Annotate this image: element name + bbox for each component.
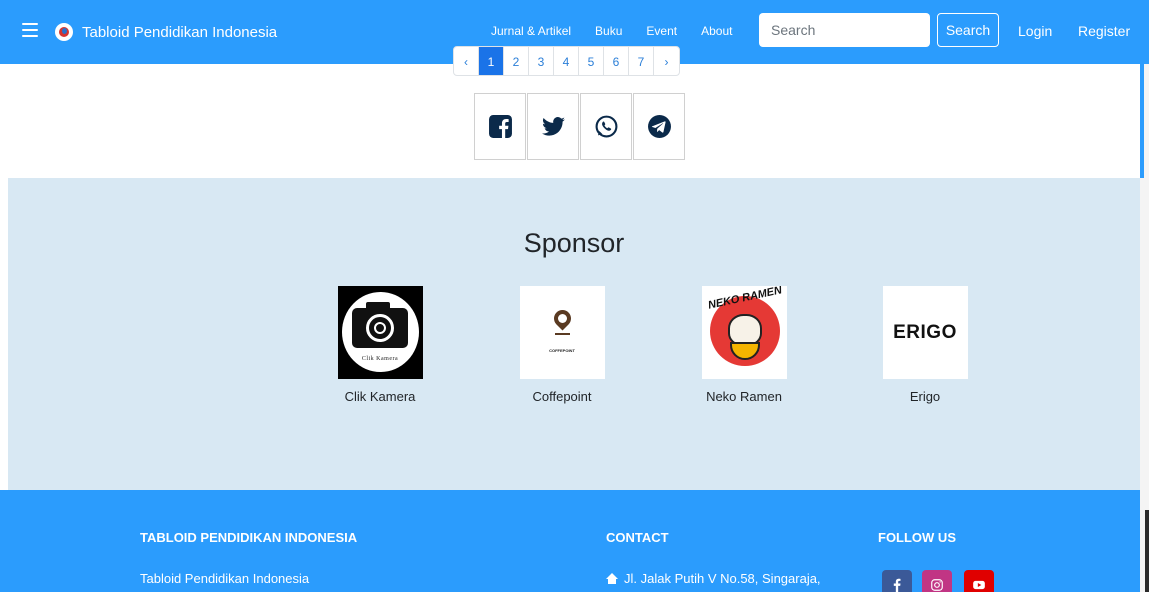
home-icon: [606, 573, 618, 584]
page-scrollbar-thumb[interactable]: [1145, 510, 1149, 592]
share-buttons: [474, 93, 686, 160]
sponsor-name: Clik Kamera: [344, 389, 416, 404]
menu-icon[interactable]: [22, 23, 38, 37]
coffepoint-logo: COFFEPOINT: [519, 286, 605, 379]
sponsor-item-clik-kamera[interactable]: Clik Kamera Clik Kamera: [305, 286, 455, 404]
register-link[interactable]: Register: [1078, 23, 1130, 39]
whatsapp-icon: [595, 115, 617, 138]
neko-ramen-logo: NEKO RAMEN: [701, 286, 787, 379]
share-facebook-button[interactable]: [474, 93, 526, 160]
pagination-prev[interactable]: ‹: [454, 47, 479, 75]
content-edge: [1140, 64, 1144, 178]
login-link[interactable]: Login: [1018, 23, 1052, 39]
contact-address-text: Jl. Jalak Putih V No.58, Singaraja,: [624, 571, 821, 586]
pagination-page-6[interactable]: 6: [604, 47, 629, 75]
footer-instagram-button[interactable]: [922, 570, 952, 592]
footer: TABLOID PENDIDIKAN INDONESIA Tabloid Pen…: [0, 490, 1149, 592]
sponsor-title: Sponsor: [523, 228, 625, 258]
telegram-icon: [647, 115, 671, 138]
sponsor-section: Sponsor Clik Kamera Clik Kamera COFFEPOI…: [8, 178, 1140, 490]
clik-kamera-logo-text: Clik Kamera: [361, 356, 399, 362]
search-button[interactable]: Search: [937, 13, 999, 47]
pagination-page-7[interactable]: 7: [629, 47, 654, 75]
footer-youtube-button[interactable]: [964, 570, 994, 592]
share-telegram-button[interactable]: [633, 93, 685, 160]
sponsor-item-coffepoint[interactable]: COFFEPOINT Coffepoint: [487, 286, 637, 404]
footer-about-heading: TABLOID PENDIDIKAN INDONESIA: [140, 530, 358, 545]
instagram-icon: [931, 579, 943, 591]
nav-link-event[interactable]: Event: [646, 24, 677, 38]
nav-link-jurnal-artikel[interactable]: Jurnal & Artikel: [491, 24, 571, 38]
pagination-page-2[interactable]: 2: [504, 47, 529, 75]
twitter-icon: [541, 117, 565, 136]
pagination-page-5[interactable]: 5: [579, 47, 604, 75]
pagination-page-1[interactable]: 1: [479, 47, 504, 75]
sponsor-name: Neko Ramen: [706, 389, 782, 404]
footer-follow-heading: FOLLOW US: [878, 530, 956, 545]
clik-kamera-logo: Clik Kamera: [337, 286, 423, 379]
sponsor-item-erigo[interactable]: ERIGO Erigo: [850, 286, 1000, 404]
brand-logo-icon: [55, 23, 73, 41]
brand[interactable]: Tabloid Pendidikan Indonesia: [55, 23, 277, 41]
erigo-logo-text: ERIGO: [893, 321, 957, 343]
search-input[interactable]: [759, 13, 930, 47]
footer-about-text: Tabloid Pendidikan Indonesia: [140, 571, 310, 586]
footer-contact-address: Jl. Jalak Putih V No.58, Singaraja,: [606, 571, 821, 586]
facebook-icon: [893, 578, 901, 592]
footer-contact-heading: CONTACT: [606, 530, 669, 545]
footer-facebook-button[interactable]: [882, 570, 912, 592]
share-twitter-button[interactable]: [527, 93, 579, 160]
pagination-next[interactable]: ›: [654, 47, 679, 75]
nav-links: Jurnal & Artikel Buku Event About: [491, 24, 756, 38]
youtube-icon: [973, 580, 985, 590]
sponsor-name: Erigo: [909, 389, 941, 404]
share-whatsapp-button[interactable]: [580, 93, 632, 160]
brand-name: Tabloid Pendidikan Indonesia: [82, 23, 278, 41]
pagination-page-3[interactable]: 3: [529, 47, 554, 75]
pagination-page-4[interactable]: 4: [554, 47, 579, 75]
sponsor-name: Coffepoint: [532, 389, 592, 404]
erigo-logo: ERIGO: [882, 286, 968, 379]
coffepoint-logo-text: COFFEPOINT: [549, 348, 575, 353]
nav-link-about[interactable]: About: [701, 24, 732, 38]
sponsor-item-neko-ramen[interactable]: NEKO RAMEN Neko Ramen: [669, 286, 819, 404]
nav-link-buku[interactable]: Buku: [595, 24, 622, 38]
pagination: ‹ 1 2 3 4 5 6 7 ›: [453, 46, 680, 76]
facebook-icon: [488, 115, 512, 138]
